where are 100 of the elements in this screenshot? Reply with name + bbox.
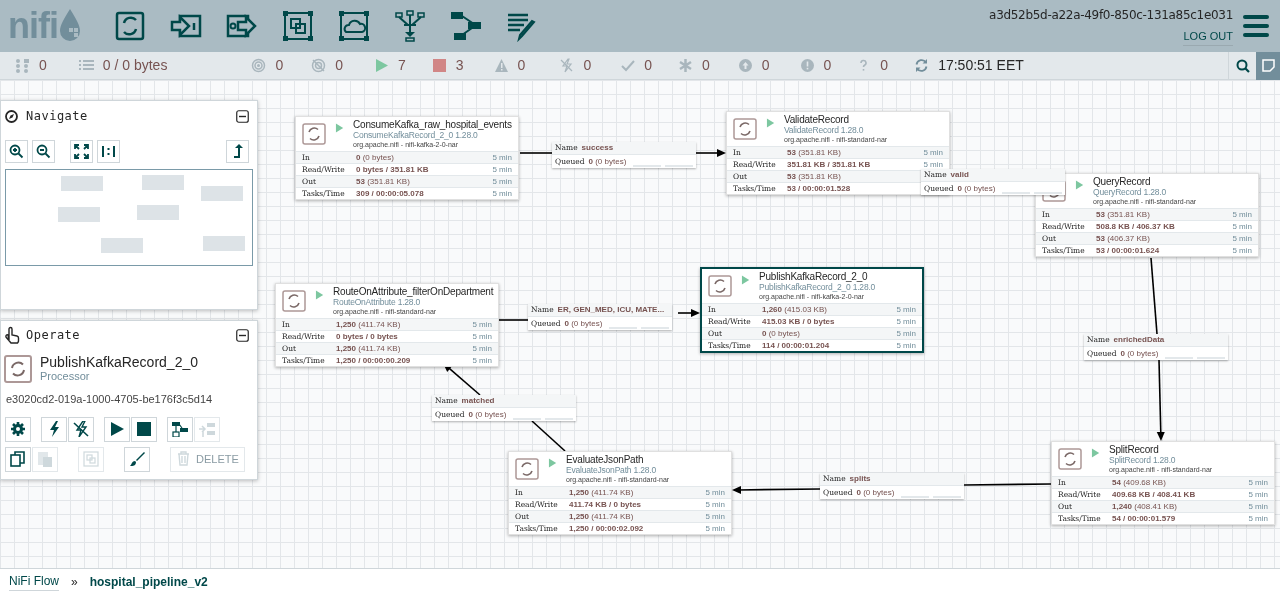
target-icon [251, 58, 267, 73]
queued-value: 0 (0 bytes) [957, 182, 996, 195]
stat-time: 5 min [472, 330, 492, 343]
exclamation-circle-icon [799, 58, 815, 73]
refresh-icon [914, 58, 930, 73]
stat-value: 1,240 (408.41 KB) [1112, 500, 1177, 513]
target-slash-icon [311, 58, 327, 73]
breadcrumb-separator: » [71, 573, 78, 591]
stat-value: 309 / 00:00:05.078 [356, 187, 424, 200]
stat-value: 0 (0 bytes) [762, 327, 800, 340]
stat-value: 53 / 00:00:01.528 [787, 182, 851, 195]
stop-icon [431, 58, 447, 73]
stat-value: 1,250 / 00:00:00.209 [336, 354, 411, 367]
breadcrumb-link[interactable]: hospital_pipeline_v2 [89, 572, 208, 591]
connection-line[interactable] [519, 152, 553, 154]
upload-icon [199, 421, 215, 437]
processor-type: QueryRecord 1.28.0 [1093, 187, 1167, 197]
copy-button[interactable] [5, 446, 31, 472]
connection-arrow[interactable] [677, 309, 700, 317]
connection-name: enrichedData [1113, 334, 1165, 346]
connection-line[interactable] [1150, 257, 1158, 335]
disable-button[interactable] [68, 416, 94, 442]
cloud-group-icon[interactable] [338, 10, 370, 42]
process-group-icon[interactable] [282, 10, 314, 42]
stat-time: 5 min [492, 175, 512, 188]
panel-title: Operate [26, 327, 81, 344]
connection-name: success [581, 142, 614, 154]
connection-line[interactable] [963, 483, 1052, 486]
zoom-in-button[interactable] [5, 139, 28, 163]
warning-icon [493, 58, 509, 73]
fit-screen-button[interactable] [70, 139, 93, 163]
status-value: 17:50:51 EET [938, 56, 1024, 75]
status-value: 0 [761, 56, 770, 75]
stat-time: 5 min [705, 510, 725, 523]
birdseye-node [137, 205, 179, 220]
stop-button[interactable] [131, 416, 157, 442]
play-icon [374, 58, 389, 73]
connection-arrow[interactable] [732, 485, 821, 494]
connection-arrow[interactable] [693, 149, 726, 157]
flowchart-icon[interactable] [450, 10, 482, 42]
status-value: 0 / 0 bytes [102, 56, 168, 75]
connection-line[interactable] [531, 420, 566, 452]
stat-time: 5 min [472, 342, 492, 355]
leave-group-button[interactable] [226, 139, 249, 163]
stat-time: 5 min [492, 187, 512, 200]
group-icon [83, 451, 99, 467]
processor-type: SplitRecord 1.28.0 [1109, 455, 1177, 465]
processor-card[interactable] [700, 267, 924, 353]
asterisk-icon [677, 58, 693, 73]
stat-value: 1,250 / 00:00:02.092 [569, 522, 644, 535]
menu-icon[interactable] [1243, 15, 1269, 37]
queued-value: 0 (0 bytes) [1120, 347, 1159, 360]
start-button[interactable] [104, 416, 130, 442]
zoom-out-button[interactable] [32, 139, 55, 163]
stat-time: 5 min [896, 327, 916, 340]
connection-arrow[interactable] [1156, 359, 1165, 441]
connection-name: splits [849, 473, 871, 485]
component-id: e3020cd2-019a-1000-4705-be176f3c5d14 [5, 392, 214, 407]
stat-value: 53 / 00:00:01.624 [1096, 244, 1160, 257]
trash-icon [176, 451, 192, 467]
collapse-icon[interactable] [236, 109, 249, 123]
compass-icon [5, 109, 18, 123]
processor-type: EvaluateJsonPath 1.28.0 [566, 465, 657, 475]
color-button[interactable] [124, 446, 150, 472]
stat-value: 53 (351.81 KB) [787, 170, 841, 183]
stat-value: 351.81 KB / 351.81 KB [787, 158, 871, 171]
breadcrumb-link[interactable]: NiFi Flow [9, 572, 59, 591]
actual-size-icon [101, 143, 116, 159]
stat-value: 409.68 KB / 408.41 KB [1112, 488, 1196, 501]
component-name: PublishKafkaRecord_2_0 [40, 355, 198, 369]
stat-time: 5 min [923, 146, 943, 159]
processor-type: PublishKafkaRecord_2_0 1.28.0 [759, 282, 876, 292]
stat-value: 0 (0 bytes) [356, 151, 394, 164]
enable-button[interactable] [41, 416, 67, 442]
connection-line[interactable] [498, 319, 529, 321]
status-value: 0 [517, 56, 526, 75]
queued-value: 0 (0 bytes) [468, 408, 507, 421]
stat-time: 5 min [1232, 220, 1252, 233]
status-value: 0 [644, 56, 652, 75]
stat-time: 5 min [472, 354, 492, 367]
stat-value: 53 (351.81 KB) [787, 146, 841, 159]
copy-icon [10, 451, 26, 467]
status-value: 0 [275, 56, 284, 75]
collapse-icon[interactable] [236, 328, 249, 342]
funnel-icon[interactable] [394, 10, 426, 42]
create-template-button[interactable] [167, 416, 193, 442]
stat-time: 5 min [705, 486, 725, 499]
fit-screen-icon [74, 143, 89, 159]
stat-value: 1,260 (415.03 KB) [762, 303, 827, 316]
brush-icon [129, 451, 145, 467]
actual-size-button[interactable] [97, 139, 120, 163]
stat-time: 5 min [472, 318, 492, 331]
status-value: 7 [398, 56, 406, 75]
status-value: 3 [455, 56, 464, 75]
logout-link[interactable]: LOG OUT [1183, 28, 1233, 46]
stat-value: 53 (351.81 KB) [356, 175, 410, 188]
connection-name: ER, GEN_MED, ICU, MATE... [557, 304, 665, 316]
birdseye-node [101, 238, 143, 253]
configure-button[interactable] [5, 416, 31, 442]
sticky-note-icon [1261, 59, 1275, 72]
